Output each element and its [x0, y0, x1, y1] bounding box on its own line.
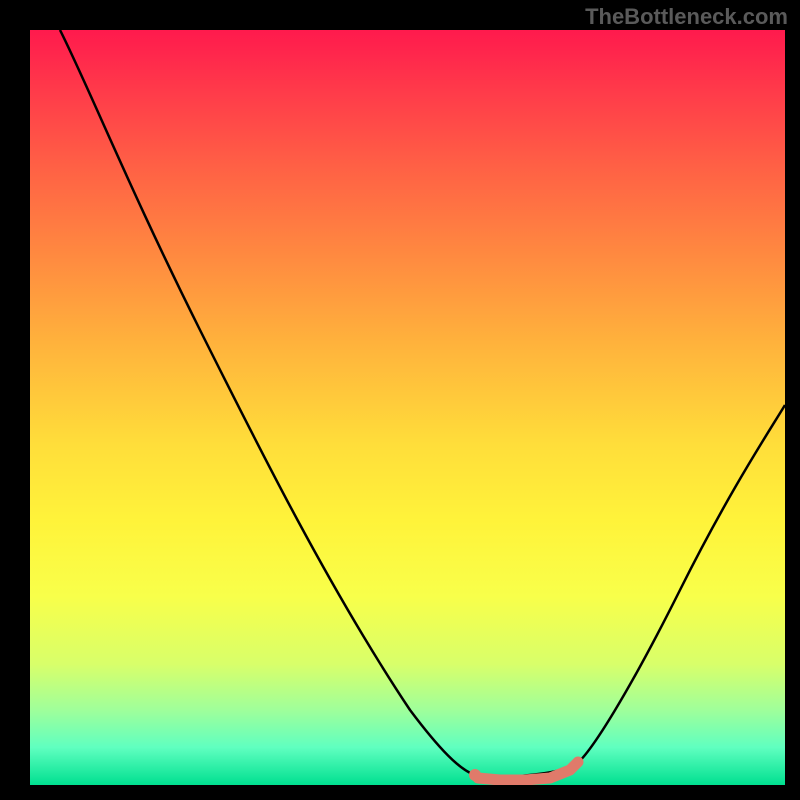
- plot-area: [30, 30, 785, 785]
- optimal-range-highlight: [478, 762, 578, 780]
- bottleneck-curve-svg: [30, 30, 785, 785]
- watermark-text: TheBottleneck.com: [585, 4, 788, 30]
- bottleneck-curve-path: [60, 30, 785, 777]
